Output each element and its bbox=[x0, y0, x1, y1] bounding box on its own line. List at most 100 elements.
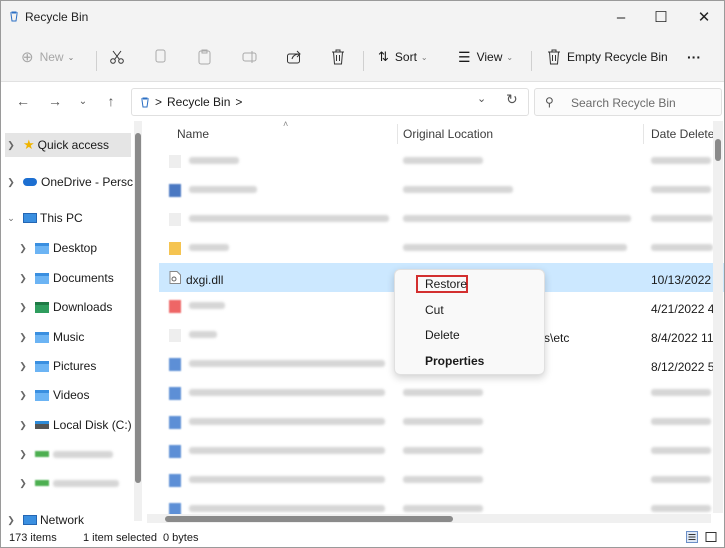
sort-button[interactable]: ⇅ Sort ⌄ bbox=[378, 43, 428, 71]
scrollbar-thumb[interactable] bbox=[135, 133, 141, 483]
documents-folder-icon bbox=[35, 272, 49, 284]
search-input[interactable]: Search Recycle Bin bbox=[571, 96, 676, 110]
close-button[interactable]: ✕ bbox=[684, 1, 724, 33]
file-row[interactable] bbox=[159, 466, 724, 495]
file-list-horizontal-scrollbar[interactable] bbox=[147, 514, 711, 523]
chevron-right-icon[interactable]: ❯ bbox=[5, 515, 17, 526]
chevron-right-icon[interactable]: ❯ bbox=[17, 420, 29, 431]
recent-chevron-icon[interactable]: ⌄ bbox=[71, 90, 95, 112]
chevron-right-icon[interactable]: ❯ bbox=[17, 390, 29, 401]
tree-item-videos[interactable]: ❯ Videos bbox=[17, 383, 89, 407]
tree-item-downloads[interactable]: ❯ Downloads bbox=[17, 295, 112, 319]
file-row[interactable] bbox=[159, 205, 724, 234]
tree-item-music[interactable]: ❯ Music bbox=[17, 325, 84, 349]
chevron-right-icon[interactable]: ❯ bbox=[17, 243, 29, 254]
maximize-button[interactable]: ☐ bbox=[641, 1, 681, 33]
breadcrumb-separator[interactable]: > bbox=[235, 95, 242, 109]
tree-item-pictures[interactable]: ❯ Pictures bbox=[17, 354, 96, 378]
scrollbar-thumb[interactable] bbox=[715, 139, 721, 161]
chevron-right-icon[interactable]: ❯ bbox=[5, 177, 17, 188]
refresh-icon[interactable]: ↻ bbox=[506, 91, 518, 108]
file-row[interactable] bbox=[159, 176, 724, 205]
file-row[interactable] bbox=[159, 234, 724, 263]
selection-count: 1 item selected bbox=[83, 532, 157, 544]
file-list-vertical-scrollbar[interactable] bbox=[713, 121, 723, 513]
desktop-folder-icon bbox=[35, 242, 49, 254]
copy-button[interactable] bbox=[154, 43, 168, 71]
delete-button[interactable] bbox=[331, 43, 345, 71]
column-header-original-location[interactable]: Original Location bbox=[403, 121, 493, 147]
file-icon bbox=[169, 445, 181, 458]
new-button[interactable]: ⊕ New ⌄ bbox=[21, 43, 74, 71]
star-icon: ★ bbox=[23, 137, 35, 152]
monitor-icon bbox=[23, 213, 37, 223]
tree-item-network-drive[interactable]: ❯ bbox=[17, 471, 119, 495]
chevron-right-icon[interactable]: ❯ bbox=[17, 302, 29, 313]
network-drive-icon bbox=[35, 480, 49, 486]
tree-item-network-drive[interactable]: ❯ bbox=[17, 442, 113, 466]
window-title: Recycle Bin bbox=[25, 10, 89, 24]
search-box[interactable]: ⚲ Search Recycle Bin bbox=[534, 88, 722, 116]
chevron-right-icon[interactable]: ❯ bbox=[5, 140, 17, 151]
tree-item-quick-access[interactable]: ❯ ★ Quick access bbox=[5, 133, 131, 157]
chevron-right-icon[interactable]: ❯ bbox=[17, 332, 29, 343]
context-menu-properties[interactable]: Properties bbox=[395, 349, 544, 373]
tree-item-onedrive[interactable]: ❯ OneDrive - Persc bbox=[5, 170, 135, 194]
chevron-right-icon[interactable]: ❯ bbox=[17, 478, 29, 489]
command-bar: ⊕ New ⌄ ⇅ Sort ⌄ ☰ View ⌄ Empty Recycle … bbox=[1, 33, 724, 82]
address-bar[interactable]: > Recycle Bin > ⌄ ↻ bbox=[131, 88, 529, 116]
context-menu-delete[interactable]: Delete bbox=[395, 323, 544, 347]
minimize-button[interactable]: – bbox=[601, 1, 641, 33]
folder-icon bbox=[169, 242, 181, 255]
cut-button[interactable] bbox=[109, 43, 125, 71]
empty-recycle-bin-button[interactable]: Empty Recycle Bin bbox=[547, 43, 668, 71]
tree-item-local-disk[interactable]: ❯ Local Disk (C:) bbox=[17, 413, 131, 437]
file-icon bbox=[169, 329, 181, 342]
recycle-bin-icon bbox=[10, 11, 18, 22]
paste-button[interactable] bbox=[198, 43, 212, 71]
file-icon bbox=[169, 474, 181, 487]
breadcrumb-separator[interactable]: > bbox=[155, 95, 162, 109]
file-icon bbox=[169, 387, 181, 400]
column-header-date-deleted[interactable]: Date Delete bbox=[651, 121, 714, 147]
file-icon bbox=[169, 416, 181, 429]
rename-button[interactable] bbox=[242, 43, 258, 71]
context-menu-cut[interactable]: Cut bbox=[395, 298, 544, 322]
cloud-icon bbox=[23, 178, 37, 186]
redacted-label bbox=[53, 479, 119, 487]
redacted-label bbox=[53, 450, 113, 458]
tiles-view-icon[interactable] bbox=[705, 531, 717, 543]
forward-arrow-icon[interactable]: → bbox=[43, 90, 67, 112]
clipboard-icon bbox=[198, 49, 211, 65]
more-options-button[interactable]: ··· bbox=[687, 43, 701, 71]
nav-pane-scrollbar[interactable] bbox=[134, 121, 142, 521]
address-history-chevron-icon[interactable]: ⌄ bbox=[477, 92, 486, 105]
chevron-down-icon[interactable]: ⌄ bbox=[5, 213, 17, 224]
file-date-deleted: 8/4/2022 11: bbox=[651, 331, 717, 345]
chevron-down-icon: ⌄ bbox=[420, 52, 428, 62]
chevron-right-icon[interactable]: ❯ bbox=[17, 361, 29, 372]
tree-item-this-pc[interactable]: ⌄ This PC bbox=[5, 206, 82, 230]
scrollbar-thumb[interactable] bbox=[165, 516, 453, 522]
view-button[interactable]: ☰ View ⌄ bbox=[458, 43, 513, 71]
up-arrow-icon[interactable]: ↑ bbox=[99, 90, 123, 112]
back-arrow-icon[interactable]: ← bbox=[11, 90, 35, 112]
view-lines-icon: ☰ bbox=[458, 48, 471, 65]
file-row[interactable] bbox=[159, 408, 724, 437]
column-header-name[interactable]: Name bbox=[177, 121, 209, 147]
breadcrumb-recycle-bin[interactable]: Recycle Bin bbox=[167, 95, 230, 109]
videos-folder-icon bbox=[35, 389, 49, 401]
file-row[interactable] bbox=[159, 437, 724, 466]
details-view-icon[interactable] bbox=[686, 531, 698, 543]
downloads-folder-icon bbox=[35, 301, 49, 313]
copy-icon bbox=[155, 49, 166, 63]
context-menu-restore[interactable]: Restore bbox=[395, 272, 544, 296]
tree-item-documents[interactable]: ❯ Documents bbox=[17, 266, 113, 290]
tree-item-desktop[interactable]: ❯ Desktop bbox=[17, 236, 97, 260]
share-button[interactable] bbox=[286, 43, 302, 71]
chevron-right-icon[interactable]: ❯ bbox=[17, 273, 29, 284]
scissors-icon bbox=[110, 50, 124, 64]
file-row[interactable] bbox=[159, 147, 724, 176]
file-row[interactable] bbox=[159, 379, 724, 408]
chevron-right-icon[interactable]: ❯ bbox=[17, 449, 29, 460]
